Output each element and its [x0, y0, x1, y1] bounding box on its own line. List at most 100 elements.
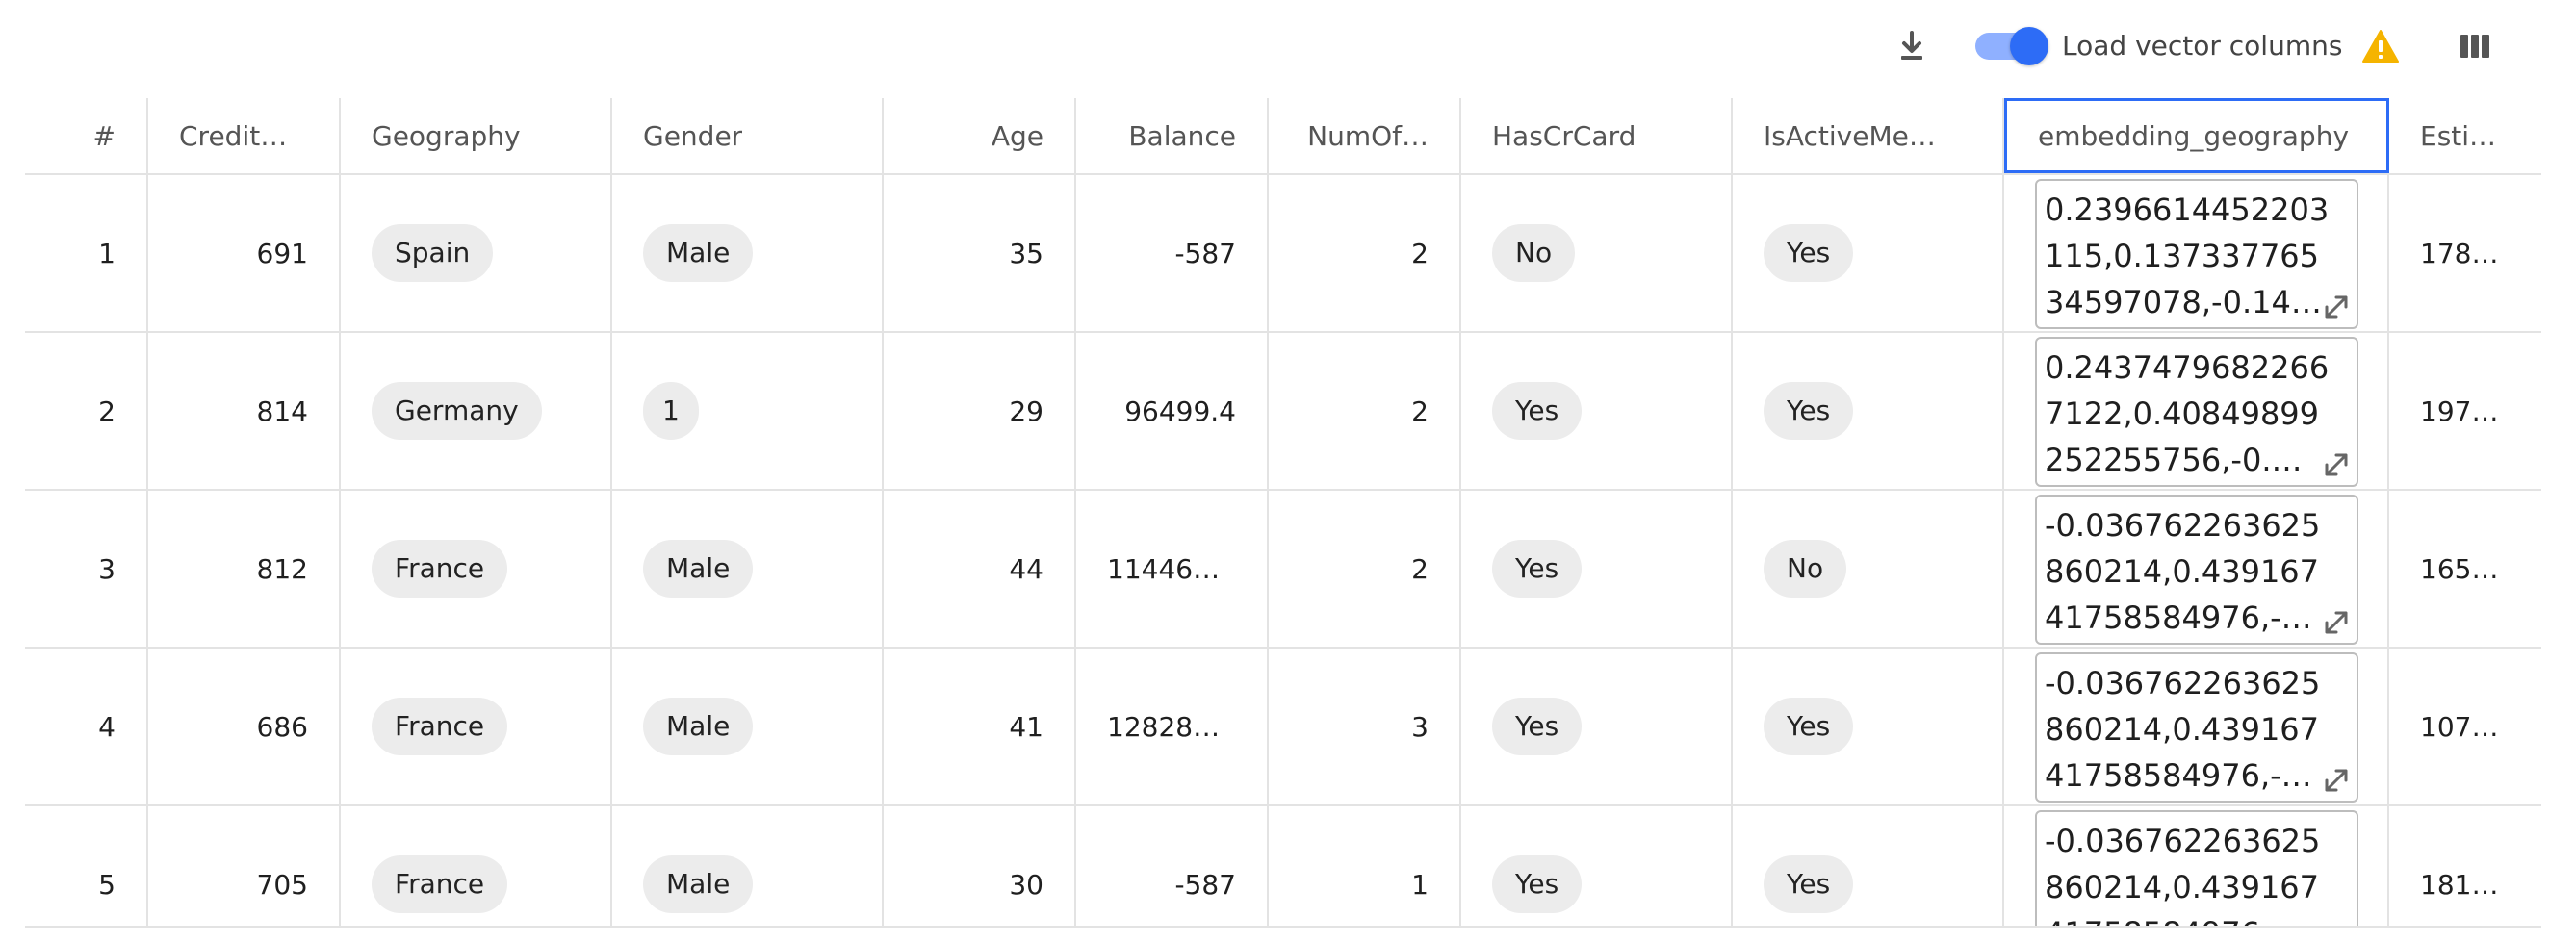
column-header-numofproducts[interactable]: NumOf… — [1269, 98, 1461, 173]
column-header-estimatedsalary[interactable]: Estimat… — [2389, 98, 2541, 173]
cell-geography[interactable]: France — [341, 491, 612, 647]
cell-embedding-geography[interactable]: -0.036762263625860214,0.4391674175858497… — [2004, 806, 2389, 926]
column-header-age[interactable]: Age — [884, 98, 1076, 173]
cell-balance[interactable]: 114462… — [1076, 491, 1269, 647]
cell-hascrcard[interactable]: Yes — [1461, 491, 1733, 647]
cell-index[interactable]: 1 — [25, 175, 148, 331]
cell-embedding-geography[interactable]: -0.036762263625860214,0.4391674175858497… — [2004, 491, 2389, 647]
expand-icon[interactable] — [2322, 924, 2351, 926]
cell-creditscore[interactable]: 705 — [148, 806, 341, 926]
vector-value: 0.24374796822667122,0.40849899252255756,… — [2045, 349, 2330, 478]
cell-estimatedsalary[interactable]: 107204… — [2389, 649, 2541, 804]
cell-embedding-geography[interactable]: 0.2396614452203115,0.13733776534597078,-… — [2004, 175, 2389, 331]
expand-icon[interactable] — [2322, 293, 2351, 321]
cell-balance[interactable]: -587 — [1076, 806, 1269, 926]
cell-creditscore[interactable]: 686 — [148, 649, 341, 804]
cell-value: 178303… — [2420, 237, 2511, 269]
column-header-balance[interactable]: Balance — [1076, 98, 1269, 173]
cell-balance[interactable]: 128289… — [1076, 649, 1269, 804]
cell-hascrcard[interactable]: Yes — [1461, 649, 1733, 804]
cell-balance[interactable]: 96499.4 — [1076, 333, 1269, 489]
cell-gender[interactable]: Male — [612, 649, 884, 804]
column-header-label: Credit… — [179, 119, 288, 152]
download-icon[interactable] — [1893, 27, 1931, 65]
cell-gender[interactable]: Male — [612, 175, 884, 331]
category-pill: Male — [643, 855, 754, 913]
cell-value: 29 — [1009, 395, 1043, 427]
cell-isactivemember[interactable]: Yes — [1733, 333, 2004, 489]
expand-icon[interactable] — [2322, 450, 2351, 479]
cell-estimatedsalary[interactable]: 178303… — [2389, 175, 2541, 331]
expand-icon[interactable] — [2322, 608, 2351, 637]
cell-creditscore[interactable]: 691 — [148, 175, 341, 331]
cell-index[interactable]: 3 — [25, 491, 148, 647]
cell-estimatedsalary[interactable]: 181565… — [2389, 806, 2541, 926]
cell-value: 814 — [256, 395, 308, 427]
cell-hascrcard[interactable]: Yes — [1461, 806, 1733, 926]
vector-value-box[interactable]: -0.036762263625860214,0.4391674175858497… — [2035, 652, 2358, 803]
cell-numofproducts[interactable]: 3 — [1269, 649, 1461, 804]
column-header-gender[interactable]: Gender — [612, 98, 884, 173]
cell-estimatedsalary[interactable]: 197541… — [2389, 333, 2541, 489]
category-pill: Yes — [1492, 855, 1583, 913]
cell-numofproducts[interactable]: 2 — [1269, 175, 1461, 331]
cell-index[interactable]: 2 — [25, 333, 148, 489]
cell-isactivemember[interactable]: Yes — [1733, 649, 2004, 804]
column-header-label: Balance — [1128, 119, 1236, 152]
table-row: 1 691 Spain Male 35 -587 2 No Yes 0.2396… — [25, 175, 2541, 333]
column-header-index[interactable]: # — [25, 98, 148, 173]
vector-value-box[interactable]: 0.24374796822667122,0.40849899252255756,… — [2035, 337, 2358, 487]
category-pill: Male — [643, 698, 754, 755]
cell-value: 2 — [1411, 237, 1429, 269]
category-pill: Male — [643, 224, 754, 282]
cell-embedding-geography[interactable]: 0.24374796822667122,0.40849899252255756,… — [2004, 333, 2389, 489]
vector-value-box[interactable]: -0.036762263625860214,0.4391674175858497… — [2035, 810, 2358, 926]
cell-numofproducts[interactable]: 2 — [1269, 491, 1461, 647]
cell-index[interactable]: 4 — [25, 649, 148, 804]
category-pill: Germany — [372, 382, 542, 440]
column-header-creditscore[interactable]: Credit… — [148, 98, 341, 173]
column-header-isactivemember[interactable]: IsActiveMe… — [1733, 98, 2004, 173]
cell-age[interactable]: 30 — [884, 806, 1076, 926]
cell-value: 3 — [1411, 710, 1429, 743]
cell-value: 1 — [98, 237, 116, 269]
category-pill: Yes — [1764, 855, 1854, 913]
columns-icon[interactable] — [2458, 29, 2492, 64]
cell-age[interactable]: 44 — [884, 491, 1076, 647]
cell-gender[interactable]: 1 — [612, 333, 884, 489]
cell-age[interactable]: 35 — [884, 175, 1076, 331]
cell-isactivemember[interactable]: Yes — [1733, 175, 2004, 331]
cell-value: 812 — [256, 552, 308, 585]
cell-creditscore[interactable]: 812 — [148, 491, 341, 647]
cell-hascrcard[interactable]: No — [1461, 175, 1733, 331]
vector-value-box[interactable]: -0.036762263625860214,0.4391674175858497… — [2035, 495, 2358, 645]
vector-value-box[interactable]: 0.2396614452203115,0.13733776534597078,-… — [2035, 179, 2358, 329]
cell-estimatedsalary[interactable]: 165303… — [2389, 491, 2541, 647]
cell-geography[interactable]: France — [341, 806, 612, 926]
expand-icon[interactable] — [2322, 766, 2351, 795]
cell-age[interactable]: 29 — [884, 333, 1076, 489]
cell-balance[interactable]: -587 — [1076, 175, 1269, 331]
cell-gender[interactable]: Male — [612, 806, 884, 926]
vector-value: -0.036762263625860214,0.4391674175858497… — [2045, 665, 2321, 794]
cell-numofproducts[interactable]: 2 — [1269, 333, 1461, 489]
load-vector-columns-toggle[interactable] — [1973, 27, 2048, 65]
column-header-geography[interactable]: Geography — [341, 98, 612, 173]
cell-geography[interactable]: Spain — [341, 175, 612, 331]
cell-age[interactable]: 41 — [884, 649, 1076, 804]
column-header-hascrcard[interactable]: HasCrCard — [1461, 98, 1733, 173]
cell-numofproducts[interactable]: 1 — [1269, 806, 1461, 926]
cell-value: 30 — [1009, 868, 1043, 901]
cell-index[interactable]: 5 — [25, 806, 148, 926]
cell-gender[interactable]: Male — [612, 491, 884, 647]
cell-isactivemember[interactable]: Yes — [1733, 806, 2004, 926]
cell-embedding-geography[interactable]: -0.036762263625860214,0.4391674175858497… — [2004, 649, 2389, 804]
category-pill: Yes — [1764, 698, 1854, 755]
column-header-embedding-geography[interactable]: embedding_geography — [2004, 98, 2389, 173]
cell-isactivemember[interactable]: No — [1733, 491, 2004, 647]
cell-geography[interactable]: France — [341, 649, 612, 804]
cell-hascrcard[interactable]: Yes — [1461, 333, 1733, 489]
cell-geography[interactable]: Germany — [341, 333, 612, 489]
cell-creditscore[interactable]: 814 — [148, 333, 341, 489]
cell-value: 107204… — [2420, 710, 2511, 743]
